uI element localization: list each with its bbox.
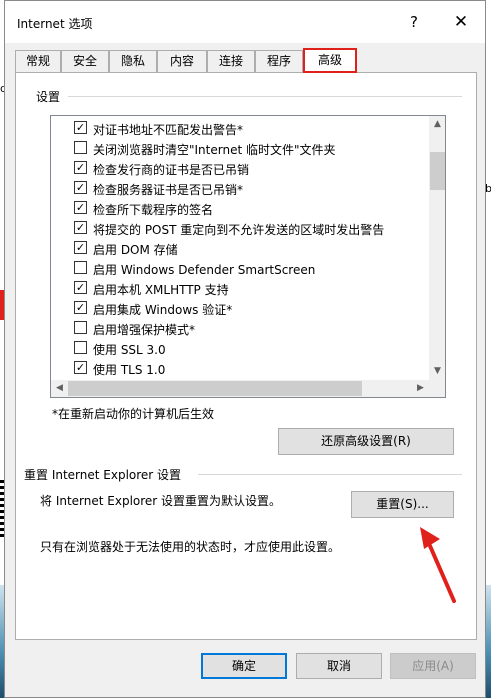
checkbox-checked[interactable]: ✓ (74, 241, 87, 254)
reset-group-label: 重置 Internet Explorer 设置 (24, 468, 182, 482)
settings-item-label: 使用 TLS 1.0 (93, 363, 166, 377)
scroll-up-arrow[interactable]: ▲ (429, 116, 445, 133)
reset-group-line (198, 474, 462, 475)
settings-list-item[interactable]: ✓ 检查所下载程序的签名 (51, 198, 429, 218)
scrollbar-corner (429, 380, 445, 397)
checkbox-checked[interactable]: ✓ (74, 301, 87, 314)
checkbox-unchecked[interactable] (74, 261, 87, 274)
horizontal-scroll-thumb[interactable] (68, 381, 362, 396)
vertical-scrollbar[interactable]: ▲ ▼ (429, 116, 445, 380)
checkbox-unchecked[interactable] (74, 321, 87, 334)
settings-item-label: 检查发行商的证书是否已吊销 (93, 163, 250, 177)
settings-list-item[interactable]: ✓ 将提交的 POST 重定向到不允许发送的区域时发出警告 (51, 218, 429, 238)
checkbox-checked[interactable]: ✓ (74, 161, 87, 174)
reset-note: 只有在浏览器处于无法使用的状态时，才应使用此设置。 (40, 540, 341, 554)
settings-item-label: 关闭浏览器时清空"Internet 临时文件"文件夹 (93, 143, 336, 157)
settings-list-item[interactable]: ✓ 使用 TLS 1.0 (51, 358, 429, 378)
tab-general[interactable]: 常规 (15, 50, 61, 72)
settings-item-label: 将提交的 POST 重定向到不允许发送的区域时发出警告 (93, 223, 385, 237)
advanced-panel: 设置 ✓ 对证书地址不匹配发出警告* 关闭浏览器时清空"Internet 临时文件"… (15, 72, 477, 640)
settings-list-item[interactable]: ✓ 检查发行商的证书是否已吊销 (51, 158, 429, 178)
tab-programs[interactable]: 程序 (255, 50, 303, 72)
settings-item-label: 检查服务器证书是否已吊销* (93, 183, 244, 197)
settings-list-rows: ✓ 对证书地址不匹配发出警告* 关闭浏览器时清空"Internet 临时文件"文件夹… (51, 116, 429, 380)
horizontal-scrollbar[interactable]: ◀ ▶ (51, 380, 429, 397)
tab-strip: 常规 安全 隐私 内容 连接 程序 高级 (15, 48, 485, 73)
tab-content[interactable]: 内容 (157, 50, 207, 72)
tab-advanced[interactable]: 高级 (303, 48, 357, 73)
settings-list[interactable]: ✓ 对证书地址不匹配发出警告* 关闭浏览器时清空"Internet 临时文件"文件夹… (50, 115, 446, 398)
internet-options-dialog: Internet 选项 ? ✕ 常规 安全 隐私 内容 连接 程序 高级 设置 … (4, 0, 486, 698)
red-arrow-annotation (420, 527, 456, 603)
settings-list-item[interactable]: 使用 SSL 3.0 (51, 338, 429, 358)
settings-item-label: 检查所下载程序的签名 (93, 203, 214, 217)
checkbox-checked[interactable]: ✓ (74, 181, 87, 194)
checkbox-checked[interactable]: ✓ (74, 201, 87, 214)
checkbox-checked[interactable]: ✓ (74, 281, 87, 294)
checkbox-unchecked[interactable] (74, 341, 87, 354)
settings-list-item[interactable]: 启用 Windows Defender SmartScreen (51, 258, 429, 278)
tab-security[interactable]: 安全 (61, 50, 109, 72)
scroll-left-arrow[interactable]: ◀ (51, 380, 68, 397)
settings-list-item[interactable]: ✓ 启用集成 Windows 验证* (51, 298, 429, 318)
settings-item-label: 启用集成 Windows 验证* (93, 303, 233, 317)
scroll-right-arrow[interactable]: ▶ (412, 380, 429, 397)
reset-button[interactable]: 重置(S)... (351, 491, 454, 518)
tab-privacy[interactable]: 隐私 (109, 50, 157, 72)
settings-item-label: 启用 Windows Defender SmartScreen (93, 263, 316, 277)
cancel-button[interactable]: 取消 (296, 653, 382, 679)
settings-list-item[interactable]: 启用增强保护模式* (51, 318, 429, 338)
close-button[interactable]: ✕ (447, 9, 475, 35)
settings-group-label: 设置 (36, 90, 61, 104)
help-button[interactable]: ? (405, 11, 423, 33)
settings-list-item[interactable]: 关闭浏览器时清空"Internet 临时文件"文件夹 (51, 138, 429, 158)
restart-note: *在重新启动你的计算机后生效 (52, 407, 215, 421)
settings-item-label: 启用本机 XMLHTTP 支持 (93, 283, 229, 297)
apply-button[interactable]: 应用(A) (390, 653, 476, 679)
settings-item-label: 对证书地址不匹配发出警告* (93, 123, 244, 137)
settings-list-item[interactable]: ✓ 对证书地址不匹配发出警告* (51, 118, 429, 138)
checkbox-unchecked[interactable] (74, 141, 87, 154)
settings-item-label: 启用 DOM 存储 (93, 243, 178, 257)
vertical-scroll-thumb[interactable] (430, 152, 445, 190)
settings-item-label: 启用增强保护模式* (93, 323, 196, 337)
settings-group-line (68, 96, 462, 97)
reset-description: 将 Internet Explorer 设置重置为默认设置。 (40, 494, 282, 508)
restore-advanced-settings-button[interactable]: 还原高级设置(R) (278, 428, 454, 455)
settings-list-item[interactable]: ✓ 检查服务器证书是否已吊销* (51, 178, 429, 198)
tab-connections[interactable]: 连接 (207, 50, 255, 72)
window-title: Internet 选项 (17, 17, 93, 31)
checkbox-checked[interactable]: ✓ (74, 361, 87, 374)
settings-list-item[interactable]: ✓ 启用 DOM 存储 (51, 238, 429, 258)
ok-button[interactable]: 确定 (201, 653, 287, 679)
scroll-down-arrow[interactable]: ▼ (429, 363, 445, 380)
checkbox-checked[interactable]: ✓ (74, 221, 87, 234)
title-bar[interactable]: Internet 选项 ? ✕ (5, 1, 485, 43)
checkbox-checked[interactable]: ✓ (74, 121, 87, 134)
settings-item-label: 使用 SSL 3.0 (93, 343, 166, 357)
settings-list-item[interactable]: ✓ 启用本机 XMLHTTP 支持 (51, 278, 429, 298)
